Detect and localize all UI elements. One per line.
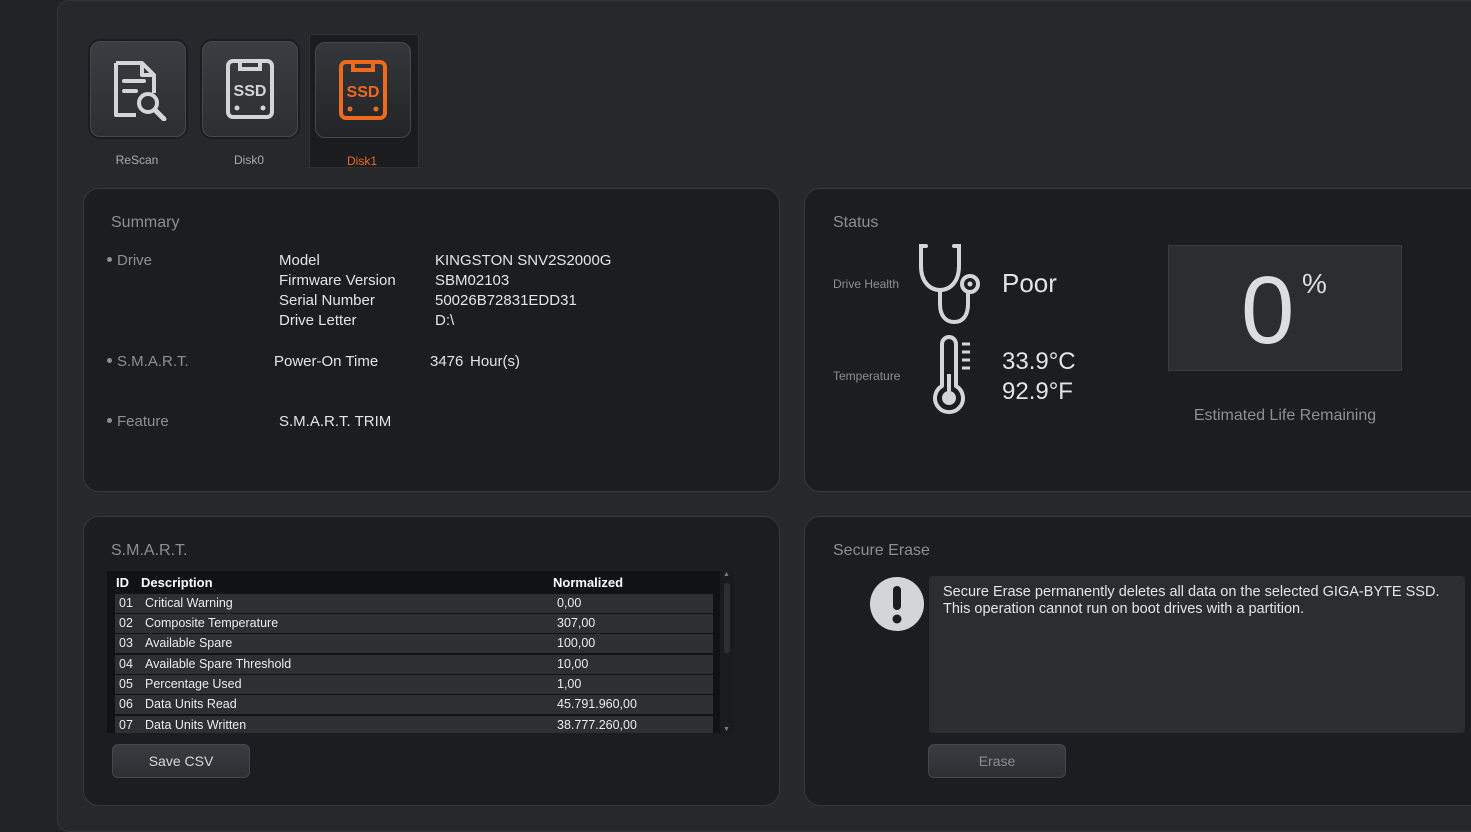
row-id: 06 xyxy=(119,697,133,711)
life-remaining-unit: % xyxy=(1302,268,1327,299)
row-id: 01 xyxy=(119,596,133,610)
feature-value: S.M.A.R.T. TRIM xyxy=(279,413,392,430)
temperature-fahrenheit: 92.9°F xyxy=(1002,378,1073,405)
rescan-icon xyxy=(114,61,167,121)
row-description: Composite Temperature xyxy=(145,616,279,630)
ssd-icon: SSD xyxy=(226,59,274,119)
drive-letter-value: D:\ xyxy=(435,312,455,329)
smart-label-text: S.M.A.R.T. xyxy=(117,353,189,370)
power-on-value: 3476 xyxy=(430,353,464,370)
col-description-header: Description xyxy=(141,575,213,590)
table-scrollbar[interactable]: ▲ ▼ xyxy=(720,571,734,733)
life-remaining-label: Estimated Life Remaining xyxy=(1193,407,1377,424)
status-title: Status xyxy=(833,214,879,231)
scroll-up-arrow[interactable]: ▲ xyxy=(723,571,730,578)
table-row[interactable]: 04 Available Spare Threshold 10,00 xyxy=(115,655,713,674)
model-label: Model xyxy=(279,252,320,269)
smart-title: S.M.A.R.T. xyxy=(111,542,188,559)
firmware-label: Firmware Version xyxy=(279,272,396,289)
feature-section-label: Feature xyxy=(107,413,169,430)
drive-letter-label: Drive Letter xyxy=(279,312,357,329)
secure-erase-message: Secure Erase permanently deletes all dat… xyxy=(929,576,1465,733)
row-normalized: 307,00 xyxy=(557,616,596,630)
drive-label-text: Drive xyxy=(117,252,153,269)
table-row[interactable]: 07 Data Units Written 38.777.260,00 xyxy=(115,716,713,733)
table-row[interactable]: 03 Available Spare 100,00 xyxy=(115,634,713,653)
table-row[interactable]: 05 Percentage Used 1,00 xyxy=(115,675,713,694)
disk1-button[interactable]: SSD Disk1 xyxy=(309,34,419,168)
disk0-label: Disk0 xyxy=(233,153,264,167)
scroll-thumb[interactable] xyxy=(724,583,730,653)
row-id: 03 xyxy=(119,636,133,650)
save-csv-button[interactable]: Save CSV xyxy=(112,744,250,778)
disk0-button[interactable]: SSD Disk0 xyxy=(197,34,305,167)
row-id: 02 xyxy=(119,616,133,630)
ssd-icon-text: SSD xyxy=(347,84,380,101)
disk1-label: Disk1 xyxy=(346,154,377,168)
smart-section-label: S.M.A.R.T. xyxy=(107,353,189,370)
row-description: Data Units Read xyxy=(145,697,237,711)
row-normalized: 45.791.960,00 xyxy=(557,697,637,711)
drive-section-label: Drive xyxy=(107,252,152,269)
summary-panel xyxy=(83,188,780,492)
thermometer-icon xyxy=(933,335,970,415)
bullet-dot xyxy=(107,417,112,423)
row-id: 07 xyxy=(119,718,133,732)
rescan-tile[interactable] xyxy=(90,41,186,137)
drive-health-label: Drive Health xyxy=(833,277,900,291)
rescan-label: ReScan xyxy=(115,153,159,167)
table-row[interactable]: 02 Composite Temperature 307,00 xyxy=(115,614,713,633)
row-normalized: 1,00 xyxy=(557,677,582,691)
ssd-icon: SSD xyxy=(339,60,387,120)
life-remaining-box: 0 % xyxy=(1168,245,1402,371)
col-normalized-header: Normalized xyxy=(553,575,624,590)
table-row[interactable]: 06 Data Units Read 45.791.960,00 xyxy=(115,695,713,714)
power-on-unit: Hour(s) xyxy=(470,353,521,370)
smart-table-header: ID Description Normalized xyxy=(107,571,714,593)
summary-title: Summary xyxy=(111,214,180,231)
bullet-dot xyxy=(107,256,112,262)
bullet-dot xyxy=(107,357,112,363)
row-id: 04 xyxy=(119,657,133,671)
row-description: Available Spare Threshold xyxy=(145,657,292,671)
firmware-value: SBM02103 xyxy=(435,272,510,289)
serial-value: 50026B72831EDD31 xyxy=(435,292,577,309)
row-description: Percentage Used xyxy=(145,677,242,691)
row-description: Data Units Written xyxy=(145,718,247,732)
rescan-button[interactable]: ReScan xyxy=(85,34,193,167)
warning-icon xyxy=(870,577,924,631)
table-row[interactable]: 01 Critical Warning 0,00 xyxy=(115,594,713,613)
smart-table[interactable]: ID Description Normalized 01 Critical Wa… xyxy=(107,571,734,733)
temperature-label: Temperature xyxy=(833,369,901,383)
temperature-celsius: 33.9°C xyxy=(1002,348,1076,375)
scroll-down-arrow[interactable]: ▼ xyxy=(723,726,730,733)
disk0-tile[interactable]: SSD xyxy=(202,41,298,137)
row-normalized: 10,00 xyxy=(557,657,589,671)
life-remaining-value: 0 xyxy=(1241,257,1295,364)
stethoscope-icon xyxy=(919,244,980,325)
disk1-tile[interactable]: SSD xyxy=(315,42,411,138)
row-description: Critical Warning xyxy=(145,596,233,610)
feature-label-text: Feature xyxy=(117,413,169,430)
secure-erase-title: Secure Erase xyxy=(833,542,930,559)
power-on-label: Power-On Time xyxy=(274,353,379,370)
row-normalized: 0,00 xyxy=(557,596,582,610)
row-description: Available Spare xyxy=(145,636,233,650)
col-id-header: ID xyxy=(116,575,129,590)
model-value: KINGSTON SNV2S2000G xyxy=(435,252,612,269)
drive-health-value: Poor xyxy=(1002,268,1057,298)
row-normalized: 100,00 xyxy=(557,636,596,650)
serial-label: Serial Number xyxy=(279,292,375,309)
ssd-icon-text: SSD xyxy=(234,83,267,100)
row-id: 05 xyxy=(119,677,133,691)
erase-button[interactable]: Erase xyxy=(928,744,1066,778)
row-normalized: 38.777.260,00 xyxy=(557,718,637,732)
